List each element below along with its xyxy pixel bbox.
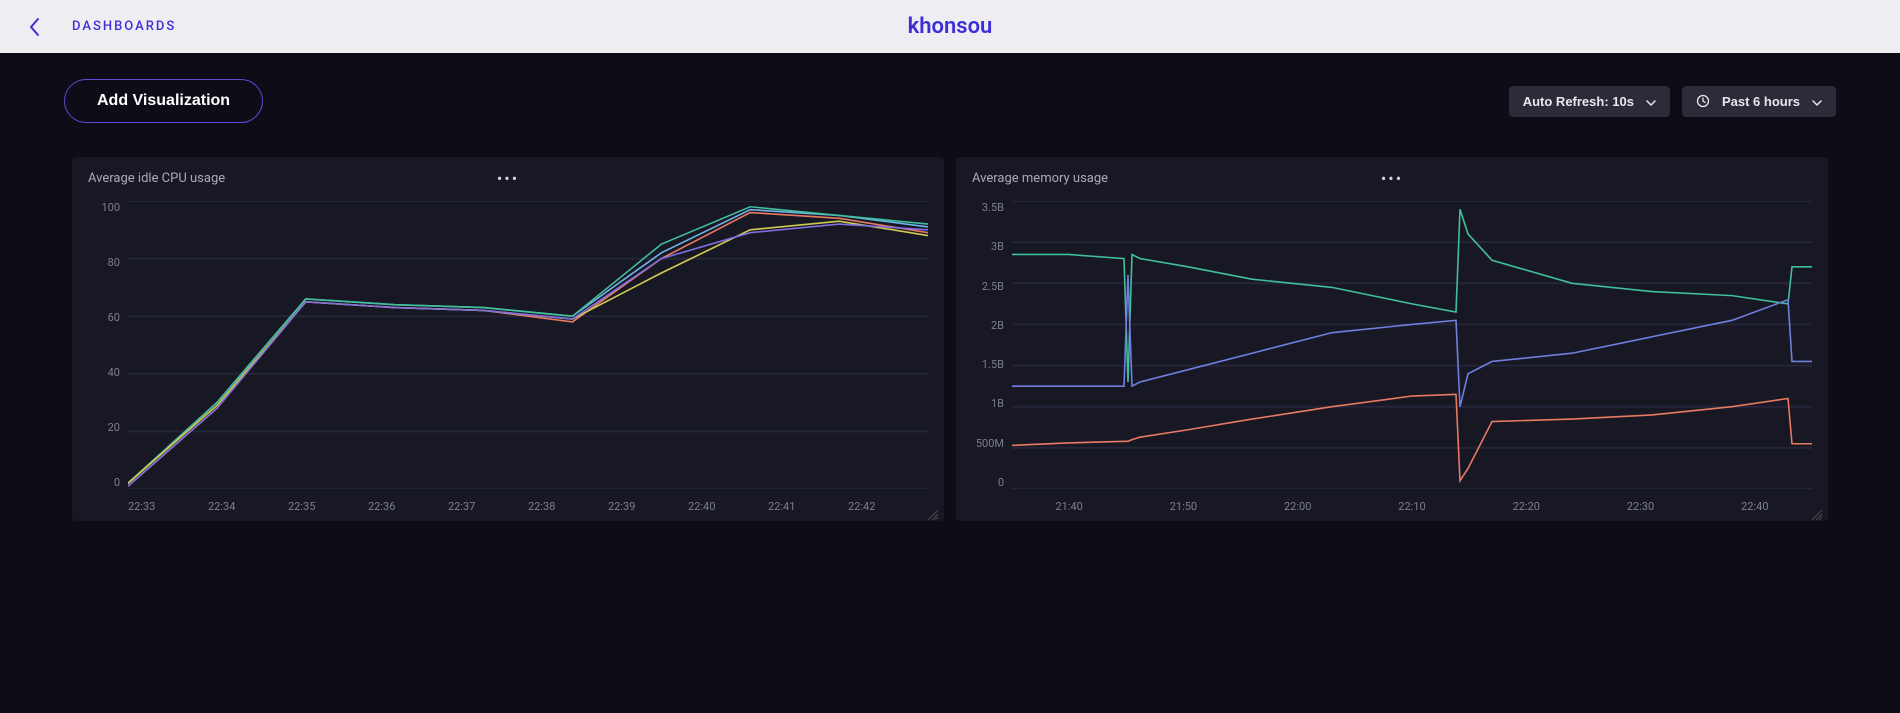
back-icon[interactable] — [28, 16, 42, 38]
panels-row: Average idle CPU usage ••• 100806040200 … — [0, 123, 1900, 521]
add-visualization-button[interactable]: Add Visualization — [64, 79, 263, 123]
chevron-down-icon — [1812, 96, 1822, 106]
auto-refresh-label: Auto Refresh: 10s — [1523, 94, 1634, 109]
y-axis-labels: 3.5B3B2.5B2B1.5B1B500M0 — [972, 201, 1008, 489]
chart-plot — [128, 201, 928, 489]
x-axis-labels: 21:4021:5022:0022:1022:2022:3022:40 — [1012, 500, 1812, 513]
resize-handle-icon[interactable] — [928, 505, 938, 515]
panel-menu-icon[interactable]: ••• — [1381, 169, 1403, 188]
page-title: khonsou — [908, 14, 993, 39]
auto-refresh-select[interactable]: Auto Refresh: 10s — [1509, 86, 1670, 117]
breadcrumb[interactable]: DASHBOARDS — [72, 19, 176, 34]
toolbar-right: Auto Refresh: 10s Past 6 hours — [1509, 86, 1836, 117]
y-axis-labels: 100806040200 — [88, 201, 124, 489]
chart-cpu: 100806040200 22:3322:3422:3522:3622:3722… — [88, 201, 928, 489]
x-axis-labels: 22:3322:3422:3522:3622:3722:3822:3922:40… — [128, 500, 928, 513]
resize-handle-icon[interactable] — [1812, 505, 1822, 515]
panel-menu-icon[interactable]: ••• — [497, 169, 519, 188]
time-range-label: Past 6 hours — [1722, 94, 1800, 109]
panel-memory: Average memory usage ••• 3.5B3B2.5B2B1.5… — [956, 157, 1828, 521]
time-range-select[interactable]: Past 6 hours — [1682, 86, 1836, 117]
topbar: DASHBOARDS khonsou — [0, 0, 1900, 53]
toolbar: Add Visualization Auto Refresh: 10s Past… — [0, 53, 1900, 123]
chart-memory: 3.5B3B2.5B2B1.5B1B500M0 21:4021:5022:002… — [972, 201, 1812, 489]
chart-plot — [1012, 201, 1812, 489]
chevron-down-icon — [1646, 96, 1656, 106]
clock-icon — [1696, 94, 1710, 108]
panel-cpu: Average idle CPU usage ••• 100806040200 … — [72, 157, 944, 521]
